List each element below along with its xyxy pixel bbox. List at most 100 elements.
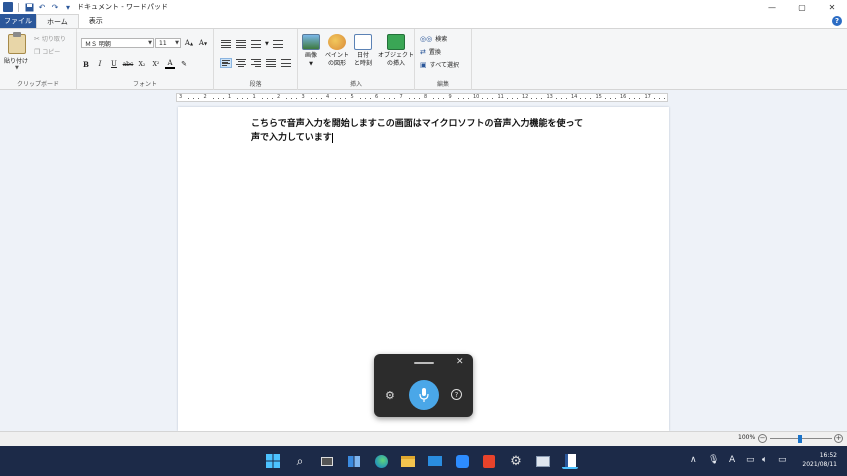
insert-picture-button[interactable]: 画像 ▼ xyxy=(302,34,320,68)
mail-icon[interactable] xyxy=(427,453,443,469)
microphone-tray-icon[interactable]: 🎙︎ xyxy=(708,455,719,465)
tab-file[interactable]: ファイル xyxy=(0,14,36,28)
clock[interactable]: 16:52 2021/08/11 xyxy=(802,451,837,469)
subscript-button[interactable]: X₂ xyxy=(137,59,147,69)
ruler-tick xyxy=(296,98,297,99)
microphone-button[interactable] xyxy=(409,380,439,410)
justify-icon[interactable] xyxy=(265,58,277,68)
widgets-icon[interactable] xyxy=(346,453,362,469)
customize-toolbar-icon[interactable]: ▾ xyxy=(63,2,73,12)
screenshot-app-icon[interactable] xyxy=(535,453,551,469)
select-all-button[interactable]: ▣ すべて選択 xyxy=(420,60,459,70)
network-icon[interactable]: ▭ xyxy=(746,455,755,465)
font-family-select[interactable]: ＭＳ 明朝 ▼ xyxy=(81,38,154,48)
strikethrough-button[interactable]: abc xyxy=(123,59,134,69)
ime-indicator[interactable]: A xyxy=(729,455,735,465)
search-icon[interactable]: ⌕ xyxy=(292,453,308,469)
undo-icon[interactable]: ↶ xyxy=(37,2,47,12)
align-center-icon[interactable] xyxy=(235,58,247,68)
ruler-tick xyxy=(658,98,660,99)
maximize-button[interactable]: ▢ xyxy=(787,0,817,14)
tab-view[interactable]: 表示 xyxy=(79,14,113,28)
ruler-tick xyxy=(531,98,532,99)
volume-icon[interactable]: 🔈︎ xyxy=(762,455,767,465)
find-button[interactable]: ◎◎ 検索 xyxy=(420,34,447,44)
ruler-tick xyxy=(261,98,263,99)
bold-button[interactable]: B xyxy=(81,59,91,69)
ruler-tick xyxy=(242,98,243,99)
edge-icon[interactable] xyxy=(373,453,389,469)
underline-button[interactable]: U xyxy=(109,59,119,69)
font-size-select[interactable]: 11 ▼ xyxy=(155,38,181,48)
tab-home[interactable]: ホーム xyxy=(36,14,79,28)
close-button[interactable]: ✕ xyxy=(817,0,847,14)
shrink-font-icon[interactable]: A ▼ xyxy=(198,38,208,48)
chevron-up-icon[interactable]: ∧ xyxy=(690,455,697,465)
document-text[interactable]: こちらで音声入力を開始しますこの画面はマイクロソフトの音声入力機能を使って 声で… xyxy=(251,117,583,145)
ruler-tick xyxy=(634,98,635,99)
document-line-last: 声で入力しています xyxy=(251,131,583,145)
office-icon[interactable] xyxy=(481,453,497,469)
ruler-number: 15 xyxy=(595,94,602,100)
paragraph-group-label: 段落 xyxy=(249,81,262,88)
battery-icon[interactable]: ▭ xyxy=(778,455,787,465)
start-button[interactable] xyxy=(265,453,281,469)
window-controls: — ▢ ✕ xyxy=(757,0,847,14)
save-icon[interactable] xyxy=(24,2,34,12)
paint-drawing-button[interactable]: ペイント の図形 xyxy=(325,34,349,68)
ruler[interactable]: 3 2 1 1 2 3 4 5 6 7 8 9 10 11 12 13 14 15 16 17 xyxy=(176,93,668,102)
ruler-number: 6 xyxy=(375,94,379,100)
ruler-tick xyxy=(335,98,336,99)
close-icon[interactable]: ✕ xyxy=(456,357,464,367)
highlight-icon[interactable]: ✎ xyxy=(179,59,189,69)
ruler-tick xyxy=(560,98,562,99)
grow-font-icon[interactable]: A ▲ xyxy=(184,38,194,48)
minimize-button[interactable]: — xyxy=(757,0,787,14)
line-spacing-icon[interactable] xyxy=(272,39,284,49)
decrease-indent-icon[interactable] xyxy=(220,39,232,49)
help-icon[interactable]: ? xyxy=(451,389,462,400)
align-right-icon[interactable] xyxy=(250,58,262,68)
copy-button[interactable]: ❐ コピー xyxy=(34,47,60,57)
calendar-icon xyxy=(354,34,372,50)
paste-button[interactable]: 貼り付け xyxy=(4,56,28,65)
settings-icon[interactable]: ⚙ xyxy=(508,453,524,469)
cut-button[interactable]: ✂ 切り取り xyxy=(34,34,66,44)
insert-object-button[interactable]: オブジェクト の挿入 xyxy=(378,34,414,68)
font-size-value: 11 xyxy=(159,39,167,47)
font-format-row: B I U abc X₂ X² A ✎ xyxy=(81,59,189,69)
zoom-app-icon[interactable] xyxy=(454,453,470,469)
paste-icon[interactable] xyxy=(8,32,26,54)
replace-icon: ⇄ xyxy=(420,47,426,56)
redo-icon[interactable]: ↷ xyxy=(50,2,60,12)
paste-dropdown-icon[interactable]: ▼ xyxy=(15,65,19,71)
ruler-tick xyxy=(433,98,434,99)
date-time-button[interactable]: 日付 と時刻 xyxy=(354,34,372,68)
gear-icon[interactable]: ⚙ xyxy=(385,389,395,402)
increase-indent-icon[interactable] xyxy=(235,39,247,49)
zoom-out-button[interactable]: − xyxy=(758,434,767,443)
wordpad-taskbar-icon[interactable] xyxy=(562,453,578,469)
ruler-number: 1 xyxy=(252,94,256,100)
drag-handle[interactable] xyxy=(414,362,434,364)
font-color-button[interactable]: A xyxy=(165,59,175,69)
zoom-slider-thumb[interactable] xyxy=(798,435,802,443)
paragraph-settings-icon[interactable] xyxy=(280,58,292,68)
italic-button[interactable]: I xyxy=(95,59,105,69)
help-button[interactable]: ? xyxy=(832,16,842,26)
cut-label: 切り取り xyxy=(41,36,66,43)
paragraph-indent-row: ▼ xyxy=(220,39,284,49)
chevron-down-icon: ▼ xyxy=(148,40,152,46)
align-left-icon[interactable] xyxy=(220,58,232,68)
scissors-icon: ✂ xyxy=(34,34,40,43)
ruler-tick xyxy=(413,98,415,99)
chevron-down-icon[interactable]: ▼ xyxy=(265,41,269,47)
superscript-button[interactable]: X² xyxy=(151,59,161,69)
replace-button[interactable]: ⇄ 置換 xyxy=(420,47,441,57)
file-explorer-icon[interactable] xyxy=(400,453,416,469)
list-bullets-icon[interactable] xyxy=(250,39,262,49)
zoom-in-button[interactable]: + xyxy=(834,434,843,443)
font-family-value: ＭＳ 明朝 xyxy=(85,40,111,48)
ruler-number: 2 xyxy=(277,94,281,100)
task-view-icon[interactable] xyxy=(319,453,335,469)
